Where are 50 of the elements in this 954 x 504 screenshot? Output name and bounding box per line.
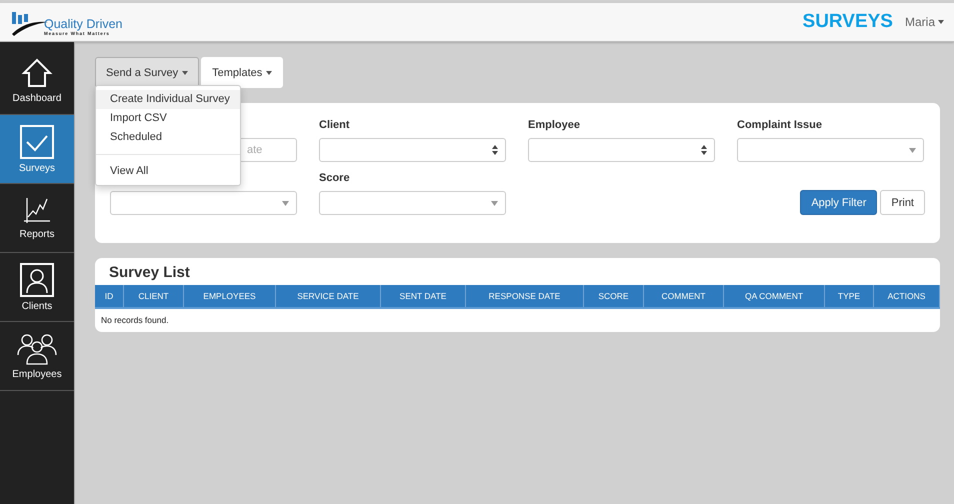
field-label: Complaint Issue — [737, 119, 823, 132]
caret-icon — [938, 20, 944, 24]
print-button[interactable]: Print — [880, 190, 925, 215]
select-field[interactable] — [319, 138, 506, 162]
sidebar-item[interactable]: Surveys — [0, 115, 74, 184]
checkbox-icon — [20, 124, 54, 158]
house-icon — [21, 56, 53, 88]
column-header: RESPONSE DATE — [466, 285, 584, 307]
user-menu[interactable]: Maria — [904, 15, 944, 29]
dropdown-button[interactable]: Send a Survey — [95, 57, 200, 88]
menu-item[interactable]: View All — [96, 162, 240, 181]
field-label: Employee — [528, 119, 581, 132]
column-header: ID — [95, 285, 124, 307]
menu-item[interactable]: Create Individual Survey — [96, 90, 240, 109]
sidebar-item[interactable]: Employees — [0, 322, 74, 391]
sort-icon — [701, 145, 707, 155]
caret-icon — [491, 200, 498, 206]
column-header: CLIENT — [124, 285, 184, 307]
sidebar-item[interactable]: Reports — [0, 184, 74, 253]
column-header: ACTIONS — [874, 285, 940, 307]
line-chart-icon — [23, 196, 51, 224]
page-title: SURVEYS — [802, 11, 893, 33]
caret-icon — [182, 70, 188, 74]
column-header: SERVICE DATE — [276, 285, 381, 307]
dropdown-button[interactable]: Templates — [201, 57, 284, 88]
select-field[interactable] — [528, 138, 715, 162]
caret-icon — [909, 148, 916, 152]
field-label: Client — [319, 119, 351, 132]
caret-icon — [266, 70, 272, 74]
menu-item[interactable]: Import CSV — [96, 109, 240, 128]
column-header: EMPLOYEES — [184, 285, 276, 307]
select-field[interactable] — [110, 191, 297, 215]
apply-button[interactable]: Apply Filter — [800, 190, 878, 215]
empty-message: No records found. — [100, 314, 170, 327]
caret-icon — [282, 200, 289, 206]
sort-icon — [492, 145, 498, 155]
user-icon — [20, 262, 54, 296]
logo-name: Quality Driven — [44, 18, 122, 31]
users-icon — [16, 332, 58, 364]
sidebar-item[interactable]: Clients — [0, 253, 74, 322]
select-field[interactable] — [319, 191, 506, 215]
menu-item[interactable]: Scheduled — [96, 128, 240, 147]
column-header: SCORE — [584, 285, 644, 307]
column-header: TYPE — [825, 285, 874, 307]
column-header: COMMENT — [644, 285, 724, 307]
column-header: QA COMMENT — [724, 285, 825, 307]
select-field[interactable] — [737, 138, 924, 162]
table-title: Survey List — [108, 263, 191, 283]
field-label: Score — [319, 172, 351, 185]
column-header: SENT DATE — [381, 285, 466, 307]
